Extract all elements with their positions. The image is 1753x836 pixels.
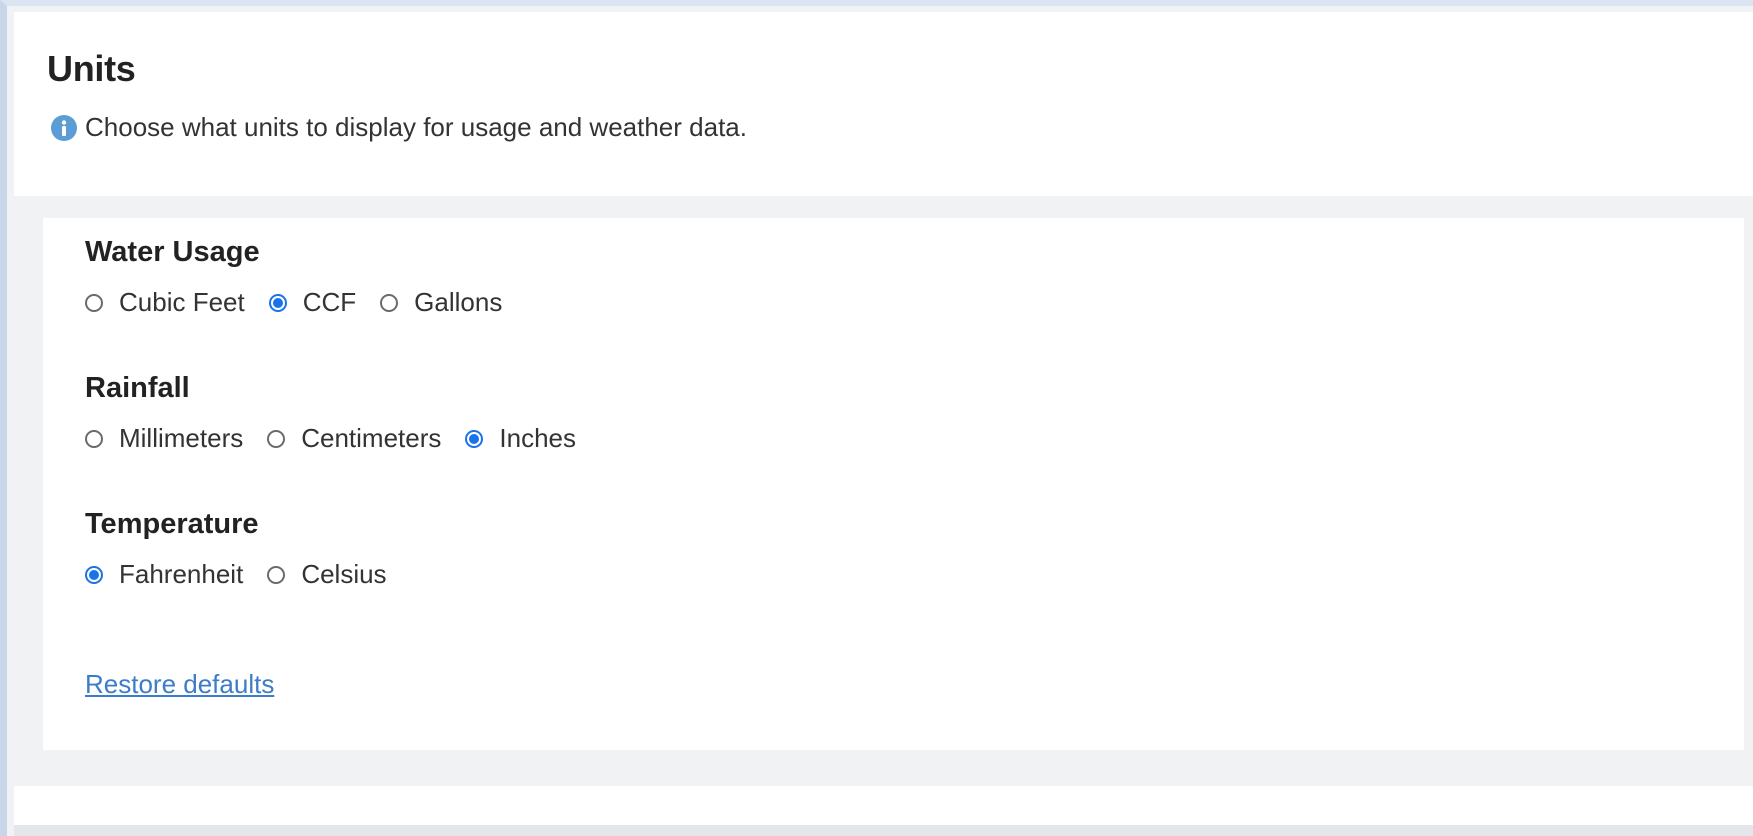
- radio-option-celsius[interactable]: Celsius: [267, 559, 387, 590]
- radio-label: Celsius: [301, 559, 387, 589]
- radio-option-cubic-feet[interactable]: Cubic Feet: [85, 287, 245, 318]
- restore-defaults-link[interactable]: Restore defaults: [85, 669, 274, 700]
- radio-option-fahrenheit[interactable]: Fahrenheit: [85, 559, 243, 590]
- radio-button[interactable]: [85, 429, 103, 448]
- info-description: Choose what units to display for usage a…: [51, 112, 747, 143]
- radio-label: Cubic Feet: [119, 287, 245, 317]
- radio-option-inches[interactable]: Inches: [465, 423, 576, 454]
- info-icon: [51, 114, 77, 141]
- rainfall-group: Rainfall Millimeters Centimeters Inches: [85, 372, 600, 454]
- page-header: Units Choose what units to display for u…: [14, 12, 1753, 196]
- radio-group: Cubic Feet CCF Gallons: [85, 287, 526, 318]
- radio-button[interactable]: [267, 429, 286, 448]
- radio-button[interactable]: [85, 293, 103, 312]
- temperature-group: Temperature Fahrenheit Celsius: [85, 508, 411, 590]
- radio-label: Gallons: [414, 287, 503, 317]
- group-title: Water Usage: [85, 236, 260, 268]
- radio-option-ccf[interactable]: CCF: [268, 287, 357, 318]
- radio-group: Millimeters Centimeters Inches: [85, 423, 600, 454]
- page-frame: Units Choose what units to display for u…: [0, 0, 1753, 836]
- units-settings-card: Water Usage Cubic Feet CCF Gallons Rainf…: [43, 218, 1744, 750]
- radio-option-millimeters[interactable]: Millimeters: [85, 423, 243, 454]
- radio-label: CCF: [302, 287, 357, 317]
- radio-option-gallons[interactable]: Gallons: [380, 287, 502, 318]
- radio-button[interactable]: [268, 293, 287, 312]
- radio-button[interactable]: [380, 293, 399, 312]
- bottom-divider: [14, 825, 1753, 836]
- water-usage-group: Water Usage Cubic Feet CCF Gallons: [85, 236, 526, 318]
- group-title: Rainfall: [85, 372, 190, 404]
- radio-option-centimeters[interactable]: Centimeters: [267, 423, 441, 454]
- radio-button[interactable]: [267, 565, 286, 584]
- radio-button[interactable]: [465, 429, 484, 448]
- page-title: Units: [47, 48, 136, 89]
- radio-label: Fahrenheit: [119, 559, 244, 589]
- radio-label: Centimeters: [301, 423, 442, 453]
- radio-button[interactable]: [85, 565, 103, 584]
- radio-group: Fahrenheit Celsius: [85, 559, 411, 590]
- description-text: Choose what units to display for usage a…: [85, 112, 747, 142]
- radio-label: Millimeters: [119, 423, 244, 453]
- group-title: Temperature: [85, 508, 259, 540]
- radio-label: Inches: [499, 423, 576, 453]
